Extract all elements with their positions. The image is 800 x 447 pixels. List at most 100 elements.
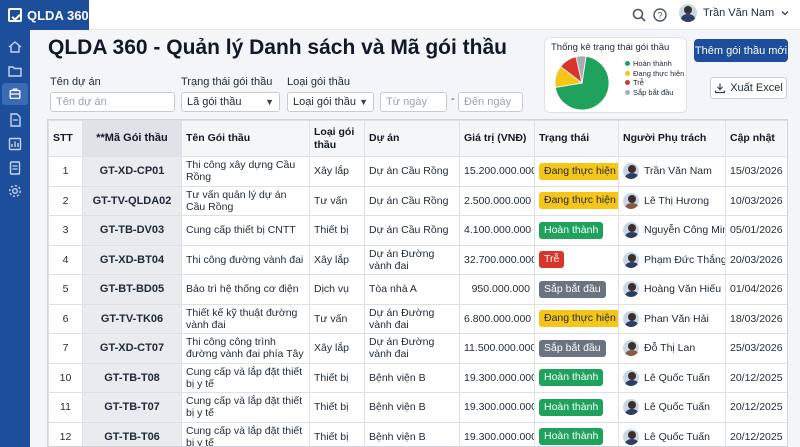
cell-stt: 6 [48,303,83,334]
table-row[interactable]: 2 GT-TV-QLDA02 Tư vấn quản lý dự án Cầu Rồ… [48,185,787,216]
table-row[interactable]: 3 GT-TB-DV03 Cung cấp thiết bị CNTT Thiết b… [48,215,787,246]
owner-name: Lê Quốc Tuấn [644,430,710,443]
help-icon[interactable]: ? [652,7,668,23]
cell-code[interactable]: GT-TB-T06 [82,421,182,446]
owner-name: Trần Văn Nam [644,165,712,178]
table-row[interactable]: 7 GT-XD-CT07 Thi công công trình đường vàn… [48,333,787,364]
owner-avatar [623,369,639,386]
chevron-down-icon [781,11,789,16]
legend-item: Trễ [625,78,684,88]
legend-label: Hoàn thành [633,59,672,69]
owner-avatar [623,163,639,180]
download-icon [715,83,726,94]
export-label: Xuất Excel [730,82,783,94]
status-badge: Sắp bắt đầu [539,280,606,298]
table-row[interactable]: 6 GT-TV-TK06 Thiết kế kỹ thuật đường vành … [48,303,787,334]
cell-updated: 05/01/2026 [725,215,787,246]
export-excel-button[interactable]: Xuất Excel [710,77,787,99]
folder-icon[interactable] [7,63,23,79]
header-owner[interactable]: Người Phụ trách [618,120,726,157]
cell-name: Cung cấp và lắp đặt thiết bị y tế [181,362,310,393]
cell-code[interactable]: GT-XD-BT04 [82,244,182,275]
status-badge: Đang thực hiện [539,162,618,180]
search-icon[interactable] [631,7,647,23]
cell-type: Tư vấn [309,303,365,334]
logo-icon [8,8,22,22]
add-package-button[interactable]: Thêm gói thầu mới [694,39,788,62]
home-icon[interactable] [7,39,23,55]
cell-status: Trễ [534,244,619,275]
to-date-input[interactable]: Đến ngày [458,92,523,112]
cell-code[interactable]: GT-TB-T07 [82,392,182,423]
chevron-down-icon: ▼ [359,97,368,107]
file-icon[interactable] [7,112,23,128]
svg-text:?: ? [657,11,662,21]
header-status[interactable]: Trạng thái [534,120,619,157]
cell-code[interactable]: GT-TV-QLDA02 [82,185,182,216]
sidebar-item-packages[interactable] [2,83,28,105]
cell-type: Dịch vụ [309,274,365,305]
cell-value: 19.300.000.000 [459,392,535,423]
cell-name: Tư vấn quản lý dự án Cầu Rồng [181,185,310,216]
cell-value: 6.800.000.000 [459,303,535,334]
type-select[interactable]: Loại gói thầu ▼ [287,92,374,112]
cell-type: Xây lắp [309,156,365,187]
chart-title: Thống kê trạng thái gói thầu [551,42,670,53]
cell-value: 15.200.000.000 [459,156,535,187]
cell-type: Thiết bị [309,392,365,423]
table-row[interactable]: 10 GT-TB-T08 Cung cấp và lắp đặt thiết bị … [48,362,787,393]
header-updated[interactable]: Cập nhật [725,120,787,157]
cell-updated: 10/03/2026 [725,185,787,216]
cell-stt: 5 [48,274,83,305]
header-name[interactable]: Tên Gói thầu [181,120,310,157]
user-avatar [679,4,697,22]
cell-project: Dự án Đường vành đai [364,303,460,334]
cell-owner: Hoàng Văn Hiếu [618,274,726,305]
table-row[interactable]: 4 GT-XD-BT04 Thi công đường vành đai Xây lắ… [48,244,787,275]
owner-avatar [623,428,639,445]
settings-icon[interactable] [7,183,23,199]
status-badge: Hoàn thành [539,369,604,387]
project-search-input[interactable]: Tên dự án [50,92,175,112]
cell-updated: 18/03/2026 [725,303,787,334]
header-type[interactable]: Loại gói thầu [309,120,365,157]
legend-item: Đang thực hiện [625,69,684,79]
cell-type: Xây lắp [309,333,365,364]
status-pie-chart [554,55,610,111]
cell-name: Cung cấp và lắp đặt thiết bị y tế [181,392,310,423]
cell-code[interactable]: GT-XD-CT07 [82,333,182,364]
cell-updated: 15/03/2026 [725,156,787,187]
cell-code[interactable]: GT-XD-CP01 [82,156,182,187]
cell-project: Dự án Cầu Rồng [364,185,460,216]
header-stt[interactable]: STT [48,120,83,157]
cell-code[interactable]: GT-BT-BD05 [82,274,182,305]
cell-status: Sắp bắt đầu [534,333,619,364]
cell-code[interactable]: GT-TB-T08 [82,362,182,393]
status-badge: Đang thực hiện [539,192,618,210]
from-date-input[interactable]: Từ ngày [380,92,447,112]
document-icon[interactable] [7,160,23,176]
cell-owner: Lê Quốc Tuấn [618,392,726,423]
cell-code[interactable]: GT-TV-TK06 [82,303,182,334]
legend-dot [625,61,630,67]
header-value[interactable]: Giá trị (VNĐ) [459,120,535,157]
table-row[interactable]: 1 GT-XD-CP01 Thi công xây dựng Cầu Rồng Xây… [48,156,787,187]
header-code[interactable]: **Mã Gói thầu [82,120,182,157]
status-chart-card: Thống kê trạng thái gói thầu Hoàn thành Đ… [544,37,687,113]
app-logo[interactable]: QLDA 360 [0,0,89,30]
cell-code[interactable]: GT-TB-DV03 [82,215,182,246]
from-date-placeholder: Từ ngày [386,96,427,108]
cell-owner: Đỗ Thị Lan [618,333,726,364]
cell-project: Dự án Cầu Rồng [364,156,460,187]
header-project[interactable]: Dự án [364,120,460,157]
cell-value: 32.700.000.000 [459,244,535,275]
user-menu[interactable]: Trần Văn Nam [679,4,790,22]
status-select[interactable]: Lã gói thầu ▼ [181,92,280,112]
chart-icon[interactable] [7,136,23,152]
table-row[interactable]: 5 GT-BT-BD05 Bảo trì hệ thống cơ điện Dịch … [48,274,787,305]
table-row[interactable]: 12 GT-TB-T06 Cung cấp và lắp đặt thiết bị … [48,421,787,446]
project-search-placeholder: Tên dự án [56,96,107,108]
table-row[interactable]: 11 GT-TB-T07 Cung cấp và lắp đặt thiết bị … [48,392,787,423]
legend-item: Hoàn thành [625,59,684,69]
status-badge: Hoàn thành [539,398,604,416]
